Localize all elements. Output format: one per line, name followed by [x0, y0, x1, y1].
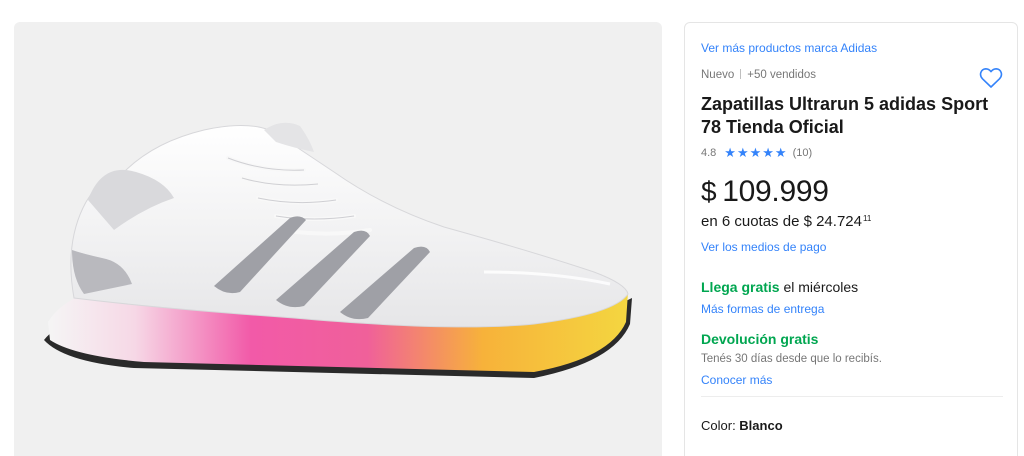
- sold-count: +50 vendidos: [747, 69, 816, 81]
- rating-summary[interactable]: 4.8 ★ ★ ★ ★ ★ (10): [701, 145, 812, 161]
- shipping-highlight: Llega gratis: [701, 279, 780, 295]
- star-icon: ★: [724, 145, 736, 160]
- free-return-title: Devolución gratis: [701, 331, 819, 347]
- star-icon: ★: [749, 145, 762, 160]
- brand-products-link[interactable]: Ver más productos marca Adidas: [701, 41, 877, 55]
- condition-label: Nuevo: [701, 69, 735, 81]
- favorite-heart-icon[interactable]: [979, 67, 1003, 89]
- learn-more-link[interactable]: Conocer más: [701, 373, 772, 387]
- price: $109.999: [701, 175, 829, 209]
- star-icon: ★: [774, 145, 787, 160]
- divider: [701, 396, 1003, 397]
- star-icon: ★: [736, 145, 749, 160]
- product-image[interactable]: [14, 22, 662, 456]
- color-selector[interactable]: Color: Blanco: [701, 418, 783, 433]
- delivery-options-link[interactable]: Más formas de entrega: [701, 302, 824, 316]
- color-label: Color:: [701, 418, 740, 433]
- return-note: Tenés 30 días desde que lo recibís.: [701, 353, 882, 365]
- payment-methods-link[interactable]: Ver los medios de pago: [701, 240, 826, 254]
- subtitle-divider: [740, 69, 742, 79]
- rating-count: (10): [792, 147, 813, 159]
- star-icon: ★: [762, 145, 774, 160]
- installments-cents: 11: [862, 214, 872, 223]
- installments-text: en 6 cuotas de $ 24.724: [701, 213, 862, 230]
- product-subtitle: Nuevo +50 vendidos: [701, 69, 816, 81]
- product-image-gallery[interactable]: [14, 22, 662, 456]
- product-info-panel: Ver más productos marca Adidas Nuevo +50 …: [684, 22, 1018, 456]
- shipping-day: el miércoles: [779, 279, 859, 295]
- rating-value: 4.8: [701, 147, 717, 159]
- shipping-info: Llega gratis el miércoles: [701, 279, 858, 295]
- product-title: Zapatillas Ultrarun 5 adidas Sport 78 Ti…: [701, 94, 989, 137]
- installments: en 6 cuotas de $ 24.72411: [701, 213, 871, 230]
- color-value: Blanco: [739, 418, 783, 433]
- rating-stars: ★ ★ ★ ★ ★: [724, 145, 786, 161]
- price-currency: $: [701, 176, 717, 207]
- price-amount: 109.999: [722, 175, 829, 208]
